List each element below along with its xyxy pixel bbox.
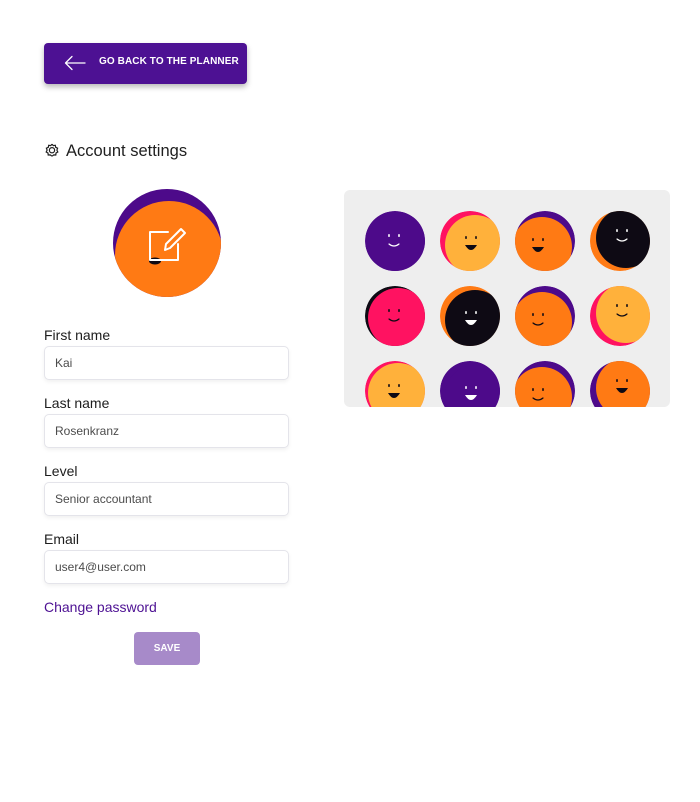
level-input[interactable] [44,482,289,516]
avatar-option[interactable] [512,211,575,277]
last-name-label: Last name [44,395,110,411]
avatar-option[interactable] [440,211,505,275]
email-label: Email [44,531,80,547]
first-name-label: First name [44,327,111,343]
go-back-label: GO BACK TO THE PLANNER [99,56,239,67]
save-button[interactable]: SAVE [134,632,200,665]
avatar-option[interactable] [512,361,575,407]
avatar-option[interactable] [365,286,428,348]
arrow-left-icon [64,55,86,71]
gear-icon [45,143,59,157]
level-label: Level [44,463,78,479]
email-input[interactable] [44,550,289,584]
account-settings-heading: Account settings [44,140,187,162]
avatar-option[interactable] [512,286,575,352]
page-title: Account settings [66,141,188,160]
avatar [113,189,221,297]
avatar-option[interactable] [365,211,428,273]
avatar-upload[interactable] [113,189,221,297]
avatar-option[interactable] [590,283,656,346]
avatar-picker[interactable] [344,190,670,407]
avatar-option[interactable] [590,358,656,407]
change-password-link[interactable]: Change password [44,599,157,615]
avatar-option[interactable] [440,286,505,350]
go-back-button[interactable]: GO BACK TO THE PLANNER [44,43,247,84]
avatar-option[interactable] [590,208,656,271]
avatar-option[interactable] [365,361,428,407]
avatar-options-grid [365,208,656,407]
avatar-option[interactable] [440,361,505,407]
last-name-input[interactable] [44,414,289,448]
first-name-input[interactable] [44,346,289,380]
